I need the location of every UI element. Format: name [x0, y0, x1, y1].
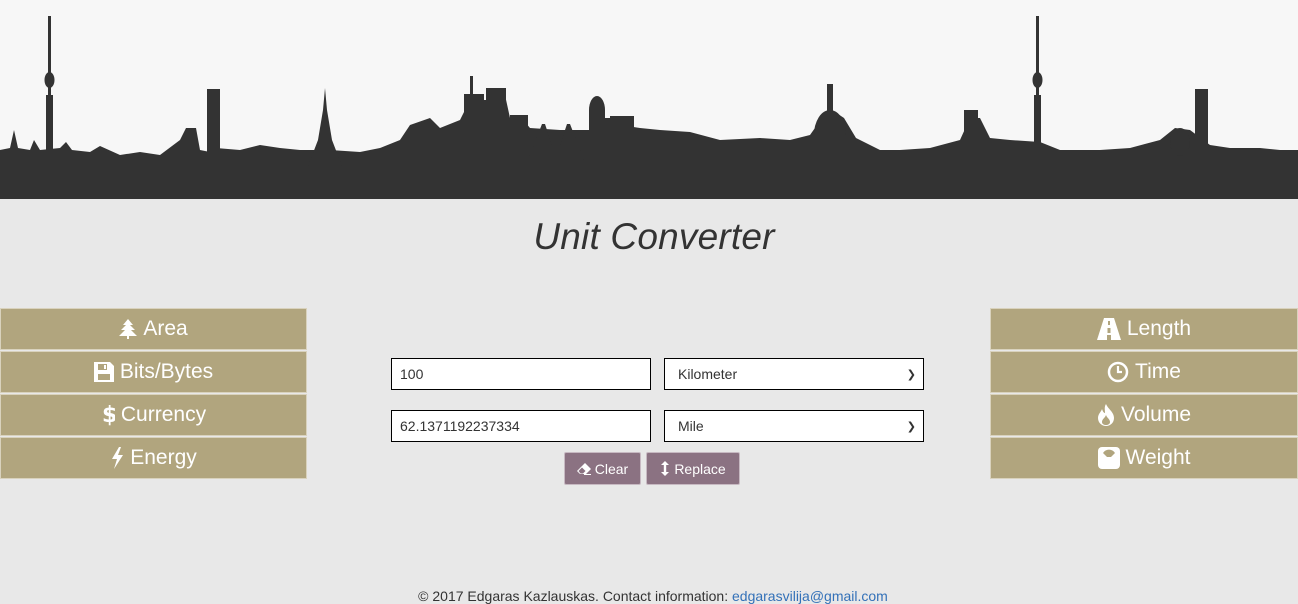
nav-weight-button[interactable]: Weight: [990, 437, 1298, 479]
chevron-down-icon: ❯: [906, 420, 916, 433]
nav-time-label: Time: [1135, 360, 1181, 383]
nav-bits-bytes-label: Bits/Bytes: [119, 360, 214, 383]
nav-currency-label: Currency: [120, 403, 207, 426]
nav-area-button[interactable]: Area: [0, 308, 307, 350]
right-category-nav: Length Time Volume Weight: [990, 308, 1298, 480]
skyline-illustration: [0, 16, 1298, 199]
replace-button[interactable]: Replace: [646, 452, 740, 485]
vertical-arrows-icon: [660, 461, 670, 476]
replace-label: Replace: [674, 460, 726, 477]
output-unit-value: Mile: [678, 418, 704, 434]
nav-energy-label: Energy: [130, 446, 197, 469]
nav-length-button[interactable]: Length: [990, 308, 1298, 350]
lightning-icon: [110, 447, 124, 469]
page-title: Unit Converter: [533, 216, 775, 257]
floppy-disk-icon: [93, 362, 114, 382]
fire-icon: [1097, 404, 1115, 426]
clock-icon: [1107, 361, 1129, 383]
road-icon: [1096, 318, 1121, 340]
tree-icon: [119, 319, 138, 339]
nav-volume-label: Volume: [1120, 403, 1192, 426]
chevron-down-icon: ❯: [906, 368, 916, 381]
nav-volume-button[interactable]: Volume: [990, 394, 1298, 436]
scale-icon: [1097, 447, 1120, 469]
footer-copyright: © 2017 Edgaras Kazlauskas. Contact infor…: [418, 588, 732, 604]
nav-length-label: Length: [1126, 317, 1192, 340]
svg-text:$: $: [102, 404, 115, 426]
nav-time-button[interactable]: Time: [990, 351, 1298, 393]
input-unit-select[interactable]: Kilometer ❯: [664, 358, 924, 390]
nav-bits-bytes-button[interactable]: Bits/Bytes: [0, 351, 307, 393]
skyline-banner: [0, 0, 1298, 199]
dollar-icon: $: [101, 404, 115, 426]
nav-weight-label: Weight: [1125, 446, 1191, 469]
clear-label: Clear: [594, 460, 629, 477]
output-unit-select[interactable]: Mile ❯: [664, 410, 924, 442]
page-footer: © 2017 Edgaras Kazlauskas. Contact infor…: [0, 588, 1298, 604]
input-value-field[interactable]: [391, 358, 651, 390]
clear-button[interactable]: Clear: [564, 452, 641, 485]
nav-area-label: Area: [143, 317, 188, 340]
left-category-nav: Area Bits/Bytes $ Currency Energy: [0, 308, 307, 480]
input-unit-value: Kilometer: [678, 366, 738, 382]
contact-email-link[interactable]: edgarasvilija@gmail.com: [732, 588, 888, 604]
eraser-icon: [576, 462, 591, 475]
nav-currency-button[interactable]: $ Currency: [0, 394, 307, 436]
output-value-field[interactable]: [391, 410, 651, 442]
nav-energy-button[interactable]: Energy: [0, 437, 307, 479]
